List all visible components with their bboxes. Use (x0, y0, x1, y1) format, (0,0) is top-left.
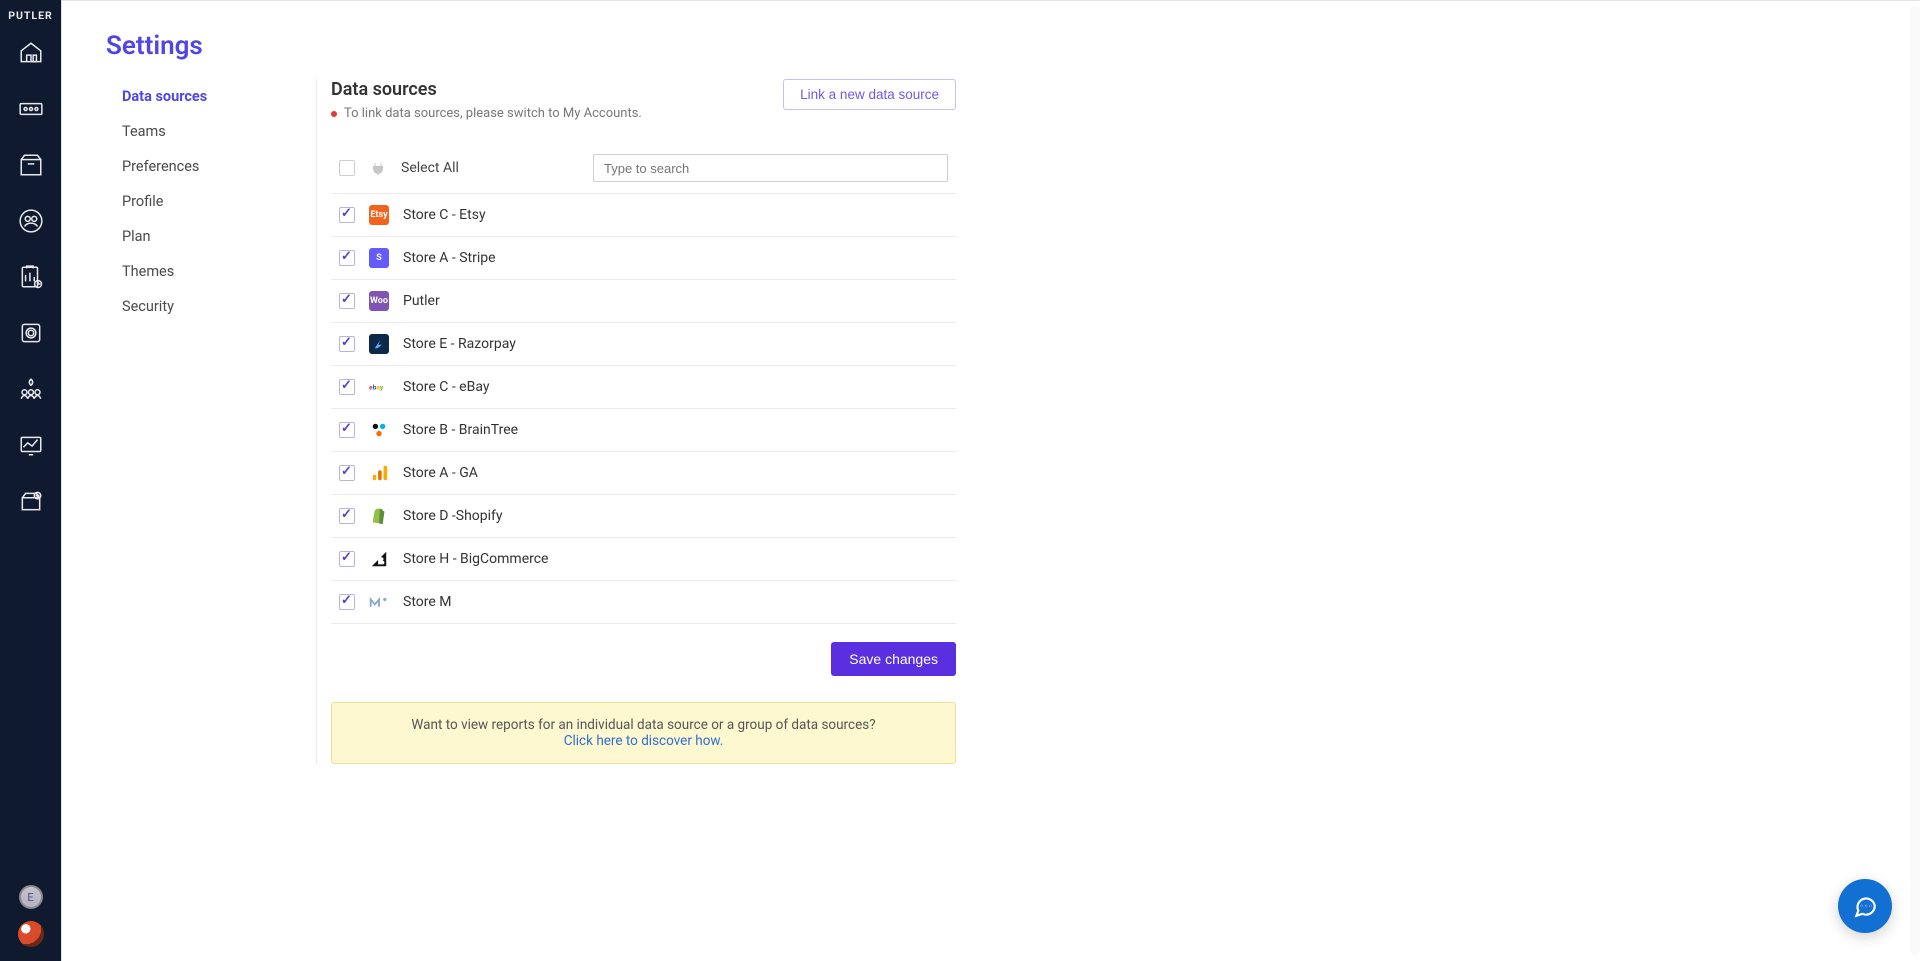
row-label: Store E - Razorpay (403, 336, 516, 352)
list-row: Store M (331, 581, 956, 624)
section-hint: To link data sources, please switch to M… (331, 106, 642, 121)
search-input[interactable] (593, 154, 948, 182)
row-checkbox[interactable] (339, 465, 355, 481)
select-all-label: Select All (401, 160, 459, 176)
subnav-item-plan[interactable]: Plan (106, 219, 286, 254)
row-label: Store B - BrainTree (403, 422, 518, 438)
nav-sales-icon[interactable] (14, 92, 48, 126)
list-row: Store E - Razorpay (331, 323, 956, 366)
etsy-icon: Etsy (369, 205, 389, 225)
row-label: Store C - Etsy (403, 207, 486, 223)
row-checkbox[interactable] (339, 293, 355, 309)
bigcommerce-icon (369, 549, 389, 569)
subnav-item-teams[interactable]: Teams (106, 114, 286, 149)
row-checkbox[interactable] (339, 336, 355, 352)
list-row: Woo Putler (331, 280, 956, 323)
row-checkbox[interactable] (339, 551, 355, 567)
subnav-item-themes[interactable]: Themes (106, 254, 286, 289)
list-header-row: Select All (331, 143, 956, 194)
subnav-item-data-sources[interactable]: Data sources (106, 79, 286, 114)
chat-bubble-button[interactable] (1838, 879, 1892, 933)
nav-audience-icon[interactable] (14, 372, 48, 406)
row-label: Store A - Stripe (403, 250, 496, 266)
user-avatar[interactable] (18, 921, 44, 947)
list-row: Store B - BrainTree (331, 409, 956, 452)
list-row: Store D -Shopify (331, 495, 956, 538)
list-row: S Store A - Stripe (331, 237, 956, 280)
main-area: Settings Data sources Teams Preferences … (62, 0, 1920, 961)
row-label: Store M (403, 594, 451, 610)
data-source-list: Select All Etsy Store C - Etsy S (331, 143, 956, 624)
list-row: Store H - BigCommerce (331, 538, 956, 581)
subnav-item-profile[interactable]: Profile (106, 184, 286, 219)
nav-integrations-icon[interactable] (14, 484, 48, 518)
plug-icon (369, 159, 387, 177)
row-label: Store C - eBay (403, 379, 489, 395)
vertical-nav: PUTLER E (0, 0, 62, 961)
row-checkbox[interactable] (339, 379, 355, 395)
account-switcher-avatar[interactable]: E (19, 885, 43, 909)
select-all-checkbox[interactable] (339, 160, 355, 176)
row-checkbox[interactable] (339, 207, 355, 223)
subnav-item-preferences[interactable]: Preferences (106, 149, 286, 184)
row-checkbox[interactable] (339, 594, 355, 610)
row-checkbox[interactable] (339, 250, 355, 266)
nav-subscriptions-icon[interactable] (14, 316, 48, 350)
settings-content: Data sources To link data sources, pleas… (316, 79, 956, 764)
mollie-icon (369, 592, 389, 612)
google-analytics-icon (369, 463, 389, 483)
row-label: Store H - BigCommerce (403, 551, 548, 567)
braintree-icon (369, 420, 389, 440)
row-checkbox[interactable] (339, 508, 355, 524)
row-checkbox[interactable] (339, 422, 355, 438)
list-row: ebay Store C - eBay (331, 366, 956, 409)
tip-link[interactable]: Click here to discover how. (564, 733, 724, 749)
svg-text:ebay: ebay (369, 384, 384, 392)
tip-box: Want to view reports for an individual d… (331, 702, 956, 764)
woocommerce-icon: Woo (369, 291, 389, 311)
section-heading: Data sources (331, 79, 642, 100)
list-row: Store A - GA (331, 452, 956, 495)
nav-reports-icon[interactable] (14, 260, 48, 294)
save-button[interactable]: Save changes (831, 642, 956, 676)
ebay-icon: ebay (369, 377, 389, 397)
page-title: Settings (106, 31, 1018, 61)
subnav-item-security[interactable]: Security (106, 289, 286, 324)
stripe-icon: S (369, 248, 389, 268)
link-data-source-button[interactable]: Link a new data source (783, 79, 956, 110)
nav-home-icon[interactable] (14, 36, 48, 70)
nav-products-icon[interactable] (14, 148, 48, 182)
razorpay-icon (369, 334, 389, 354)
scrollbar[interactable] (1910, 6, 1920, 955)
row-label: Store D -Shopify (403, 508, 503, 524)
settings-subnav: Data sources Teams Preferences Profile P… (106, 79, 316, 764)
list-row: Etsy Store C - Etsy (331, 194, 956, 237)
nav-customers-icon[interactable] (14, 204, 48, 238)
tip-line-1: Want to view reports for an individual d… (350, 717, 937, 733)
row-label: Store A - GA (403, 465, 478, 481)
nav-insights-icon[interactable] (14, 428, 48, 462)
shopify-icon (369, 506, 389, 526)
brand-logo[interactable]: PUTLER (0, 0, 61, 30)
row-label: Putler (403, 293, 440, 309)
